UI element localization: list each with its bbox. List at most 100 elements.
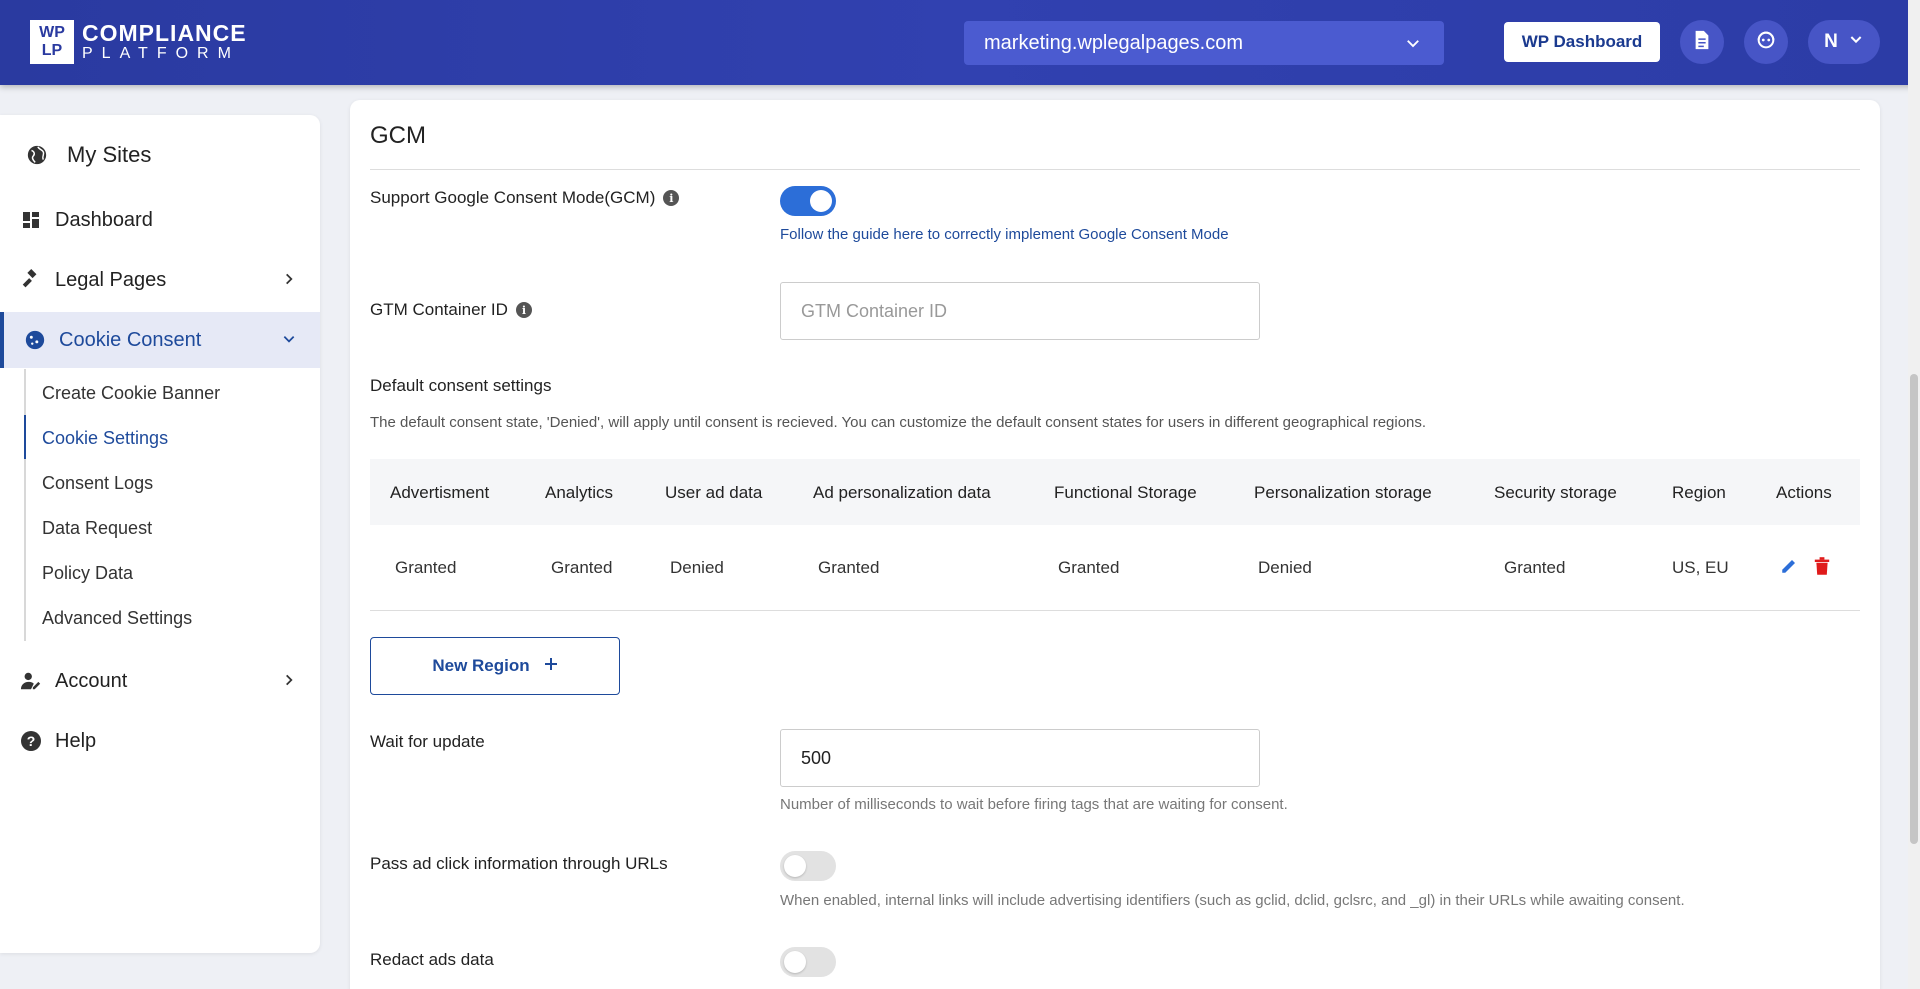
divider xyxy=(370,169,1860,170)
table-cell: Granted xyxy=(395,558,457,577)
globe-icon xyxy=(26,144,48,166)
pass-ad-click-text: Pass ad click information through URLs xyxy=(370,854,668,873)
submenu-policy-data[interactable]: Policy Data xyxy=(42,563,133,584)
logo-text: COMPLIANCE PLATFORM xyxy=(82,21,247,63)
wait-for-update-help: Number of milliseconds to wait before fi… xyxy=(780,796,1288,813)
sidebar-item-label: Account xyxy=(55,669,128,692)
site-selector[interactable]: marketing.wplegalpages.com xyxy=(964,21,1444,65)
user-initial: N xyxy=(1824,31,1838,52)
sidebar-item-label: Help xyxy=(55,729,97,752)
redact-ads-text: Redact ads data xyxy=(370,950,494,969)
sidebar-item-label: Dashboard xyxy=(55,208,153,231)
new-region-label: New Region xyxy=(432,656,530,675)
logo-mark-top: WP xyxy=(39,24,65,41)
help-icon: ? xyxy=(20,730,42,752)
wait-for-update-label: Wait for update xyxy=(370,732,485,752)
edit-icon[interactable] xyxy=(1780,557,1798,580)
column-header: Functional Storage xyxy=(1054,483,1197,502)
table-cell: Granted xyxy=(1058,558,1120,577)
support-button[interactable] xyxy=(1744,20,1788,64)
svg-text:?: ? xyxy=(27,733,36,749)
pass-ad-click-help: When enabled, internal links will includ… xyxy=(780,892,1685,909)
column-header: Region xyxy=(1672,483,1726,502)
default-consent-description: The default consent state, 'Denied', wil… xyxy=(370,414,1427,431)
column-header: Personalization storage xyxy=(1254,483,1432,502)
gcm-support-label: Support Google Consent Mode(GCM) i xyxy=(370,188,680,208)
sidebar-item-cookie-consent[interactable]: Cookie Consent xyxy=(0,312,320,368)
column-header: Advertisment xyxy=(390,483,490,502)
redact-ads-label: Redact ads data xyxy=(370,950,494,970)
table-cell: Denied xyxy=(1258,558,1312,577)
submenu-active-marker xyxy=(24,415,26,459)
section-title: GCM xyxy=(370,122,426,149)
support-icon xyxy=(1755,29,1777,56)
cookie-icon xyxy=(24,329,46,351)
default-consent-heading: Default consent settings xyxy=(370,376,552,395)
sidebar-item-label: Cookie Consent xyxy=(59,328,202,351)
info-icon[interactable]: i xyxy=(515,302,532,318)
logo[interactable]: WP LP COMPLIANCE PLATFORM xyxy=(30,20,247,64)
submenu-cookie-settings[interactable]: Cookie Settings xyxy=(42,428,168,449)
redact-ads-toggle[interactable] xyxy=(780,947,836,977)
gtm-container-label: GTM Container ID i xyxy=(370,300,532,320)
gcm-guide-link[interactable]: Follow the guide here to correctly imple… xyxy=(780,226,1229,243)
user-menu[interactable]: N xyxy=(1808,20,1880,64)
new-region-button[interactable]: New Region xyxy=(370,637,620,695)
pass-ad-click-label: Pass ad click information through URLs xyxy=(370,854,668,874)
scrollbar-thumb[interactable] xyxy=(1910,374,1918,844)
sidebar-item-label: Legal Pages xyxy=(55,268,167,291)
document-icon xyxy=(1693,30,1711,55)
plus-icon xyxy=(544,656,558,676)
sidebar-item-legal-pages[interactable]: Legal Pages xyxy=(0,252,320,308)
gtm-container-text: GTM Container ID xyxy=(370,300,508,319)
toggle-knob xyxy=(784,951,806,973)
logo-subtitle: PLATFORM xyxy=(82,45,240,62)
chevron-down-icon xyxy=(1848,31,1864,53)
wait-for-update-text: Wait for update xyxy=(370,732,485,751)
column-header: Analytics xyxy=(545,483,614,502)
logo-mark-bottom: LP xyxy=(41,42,63,59)
table-row: Granted Granted Denied Granted Granted D… xyxy=(370,525,1860,611)
site-selector-value: marketing.wplegalpages.com xyxy=(984,31,1244,54)
pass-ad-click-toggle[interactable] xyxy=(780,851,836,881)
gtm-container-input[interactable] xyxy=(780,282,1260,340)
table-cell: Granted xyxy=(1504,558,1566,577)
consent-table-header: Advertisment Analytics User ad data Ad p… xyxy=(370,459,1860,525)
submenu-consent-logs[interactable]: Consent Logs xyxy=(42,473,153,494)
column-header: Ad personalization data xyxy=(813,483,991,502)
logo-title: COMPLIANCE xyxy=(82,20,247,46)
table-cell: US, EU xyxy=(1672,558,1729,577)
delete-icon[interactable] xyxy=(1814,557,1830,580)
submenu-data-request[interactable]: Data Request xyxy=(42,518,152,539)
sidebar-item-my-sites[interactable]: My Sites xyxy=(0,125,320,185)
sidebar-item-account[interactable]: Account xyxy=(0,653,320,709)
top-header: WP LP COMPLIANCE PLATFORM marketing.wple… xyxy=(0,0,1920,85)
sidebar: My Sites Dashboard Legal Pages Cookie Co… xyxy=(0,115,320,953)
sidebar-item-help[interactable]: ? Help xyxy=(0,713,320,769)
dashboard-icon xyxy=(20,209,42,231)
wait-for-update-input[interactable] xyxy=(780,729,1260,787)
table-cell: Granted xyxy=(818,558,880,577)
info-icon[interactable]: i xyxy=(663,190,680,206)
submenu-advanced-settings[interactable]: Advanced Settings xyxy=(42,608,192,629)
chevron-down-icon xyxy=(1404,34,1422,58)
sidebar-item-label: My Sites xyxy=(67,142,152,167)
submenu-create-cookie-banner[interactable]: Create Cookie Banner xyxy=(42,383,220,404)
chevron-down-icon xyxy=(282,329,296,352)
chevron-right-icon xyxy=(282,670,296,693)
gcm-support-toggle[interactable] xyxy=(780,186,836,216)
chevron-right-icon xyxy=(282,269,296,292)
column-header: User ad data xyxy=(665,483,763,502)
toggle-knob xyxy=(810,190,832,212)
column-header: Actions xyxy=(1776,483,1832,502)
sidebar-item-dashboard[interactable]: Dashboard xyxy=(0,192,320,248)
cookie-consent-submenu: Create Cookie Banner Cookie Settings Con… xyxy=(24,369,304,641)
wp-dashboard-button[interactable]: WP Dashboard xyxy=(1504,22,1660,62)
gcm-support-text: Support Google Consent Mode(GCM) xyxy=(370,188,656,207)
document-button[interactable] xyxy=(1680,20,1724,64)
table-cell: Denied xyxy=(670,558,724,577)
table-cell: Granted xyxy=(551,558,613,577)
logo-mark: WP LP xyxy=(30,20,74,64)
column-header: Security storage xyxy=(1494,483,1617,502)
gcm-settings-card: GCM Support Google Consent Mode(GCM) i F… xyxy=(350,100,1880,989)
